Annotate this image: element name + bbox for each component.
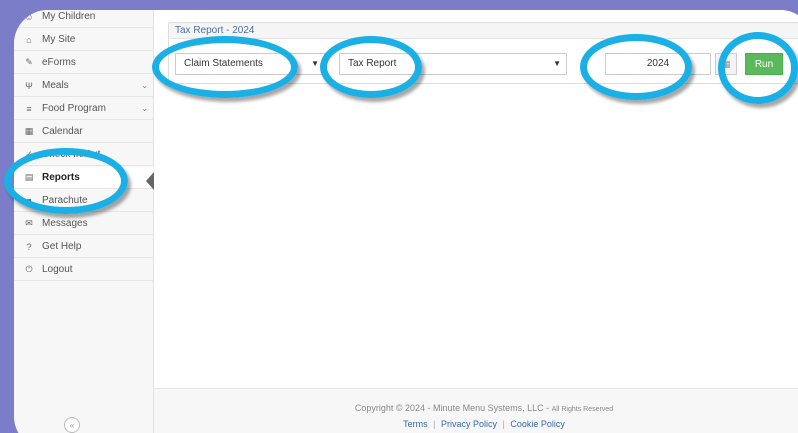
chevron-down-icon: ⌄ xyxy=(141,81,148,90)
sidebar-item-label: Food Program xyxy=(42,103,106,114)
run-button[interactable]: Run xyxy=(745,53,783,75)
sidebar-item-label: Calendar xyxy=(42,126,83,137)
select-value: Claim Statements xyxy=(184,58,263,69)
sidebar-item-label: Meals xyxy=(42,80,69,91)
main-content: Tax Report - 2024 Claim Statements ▼ Tax… xyxy=(154,10,798,433)
year-value: 2024 xyxy=(646,58,670,69)
sidebar-item-label: My Children xyxy=(42,11,96,22)
utensils-icon: Ψ xyxy=(25,80,33,91)
sidebar-item-label: eForms xyxy=(42,57,76,68)
calendar-icon: ▦ xyxy=(24,126,34,136)
report-type-select[interactable]: Tax Report ▼ xyxy=(339,53,567,75)
collapse-sidebar-button[interactable]: « xyxy=(64,417,80,433)
check-icon: ✓ xyxy=(25,149,33,159)
double-chevron-left-icon: « xyxy=(69,420,75,430)
child-icon: ☺ xyxy=(24,11,34,22)
sidebar-item-label: Get Help xyxy=(42,241,82,252)
sidebar-item-calendar[interactable]: ▦ Calendar xyxy=(14,121,154,143)
sidebar-item-logout[interactable]: ⏻ Logout xyxy=(14,259,154,281)
sidebar-item-meals[interactable]: Ψ Meals ⌄ xyxy=(14,75,154,97)
chevron-down-icon: ⌄ xyxy=(141,104,148,113)
report-category-select[interactable]: Claim Statements ▼ xyxy=(175,53,325,75)
sidebar-item-label: Parachute xyxy=(42,195,88,206)
sidebar-item-my-children[interactable]: ☺ My Children xyxy=(14,10,154,28)
date-picker-button[interactable]: ▦ xyxy=(715,53,737,75)
power-icon: ⏻ xyxy=(25,264,33,274)
parachute-icon: ■ xyxy=(26,195,32,206)
sidebar-item-reports[interactable]: ▤ Reports xyxy=(14,167,154,189)
report-icon: ▤ xyxy=(24,172,34,182)
edit-icon: ✎ xyxy=(25,57,33,67)
food-program-icon: ≡ xyxy=(26,103,32,114)
sidebar-item-my-site[interactable]: ⌂ My Site xyxy=(14,29,154,51)
cookie-policy-link[interactable]: Cookie Policy xyxy=(510,419,565,429)
select-value: Tax Report xyxy=(348,58,397,69)
sidebar-item-label: My Site xyxy=(42,34,76,45)
sidebar-item-label: Check In/Out xyxy=(42,149,101,160)
sidebar-item-label: Logout xyxy=(42,264,73,275)
calendar-icon: ▦ xyxy=(721,58,731,69)
rights-text: All Rights Reserved xyxy=(551,406,614,413)
privacy-policy-link[interactable]: Privacy Policy xyxy=(441,419,497,429)
app-window: ☺ My Children ⌂ My Site ✎ eForms Ψ Meals… xyxy=(14,10,798,433)
active-item-caret xyxy=(146,172,154,190)
caret-down-icon: ▼ xyxy=(553,59,561,68)
site-icon: ⌂ xyxy=(26,34,32,45)
sidebar-item-messages[interactable]: ✉ Messages xyxy=(14,213,154,235)
terms-link[interactable]: Terms xyxy=(403,419,428,429)
sidebar-item-label: Reports xyxy=(42,172,80,183)
copyright-text: Copyright © 2024 - Minute Menu Systems, … xyxy=(354,403,550,413)
year-input[interactable]: 2024 xyxy=(605,53,711,75)
sidebar: ☺ My Children ⌂ My Site ✎ eForms Ψ Meals… xyxy=(14,10,154,433)
sidebar-item-get-help[interactable]: ? Get Help xyxy=(14,236,154,258)
sidebar-item-label: Messages xyxy=(42,218,88,229)
panel-title: Tax Report - 2024 xyxy=(169,23,798,39)
sidebar-item-check-in-out[interactable]: ✓ Check In/Out xyxy=(14,144,154,166)
sidebar-item-eforms[interactable]: ✎ eForms xyxy=(14,52,154,74)
footer: Copyright © 2024 - Minute Menu Systems, … xyxy=(154,388,798,433)
run-button-label: Run xyxy=(754,58,774,70)
help-icon: ? xyxy=(26,241,32,252)
sidebar-item-parachute[interactable]: ■ Parachute xyxy=(14,190,154,212)
sidebar-item-food-program[interactable]: ≡ Food Program ⌄ xyxy=(14,98,154,120)
footer-links: Terms | Privacy Policy | Cookie Policy xyxy=(403,419,565,429)
caret-down-icon: ▼ xyxy=(311,59,319,68)
envelope-icon: ✉ xyxy=(25,218,33,228)
report-panel: Tax Report - 2024 Claim Statements ▼ Tax… xyxy=(168,22,798,84)
copyright: Copyright © 2024 - Minute Menu Systems, … xyxy=(154,403,798,413)
